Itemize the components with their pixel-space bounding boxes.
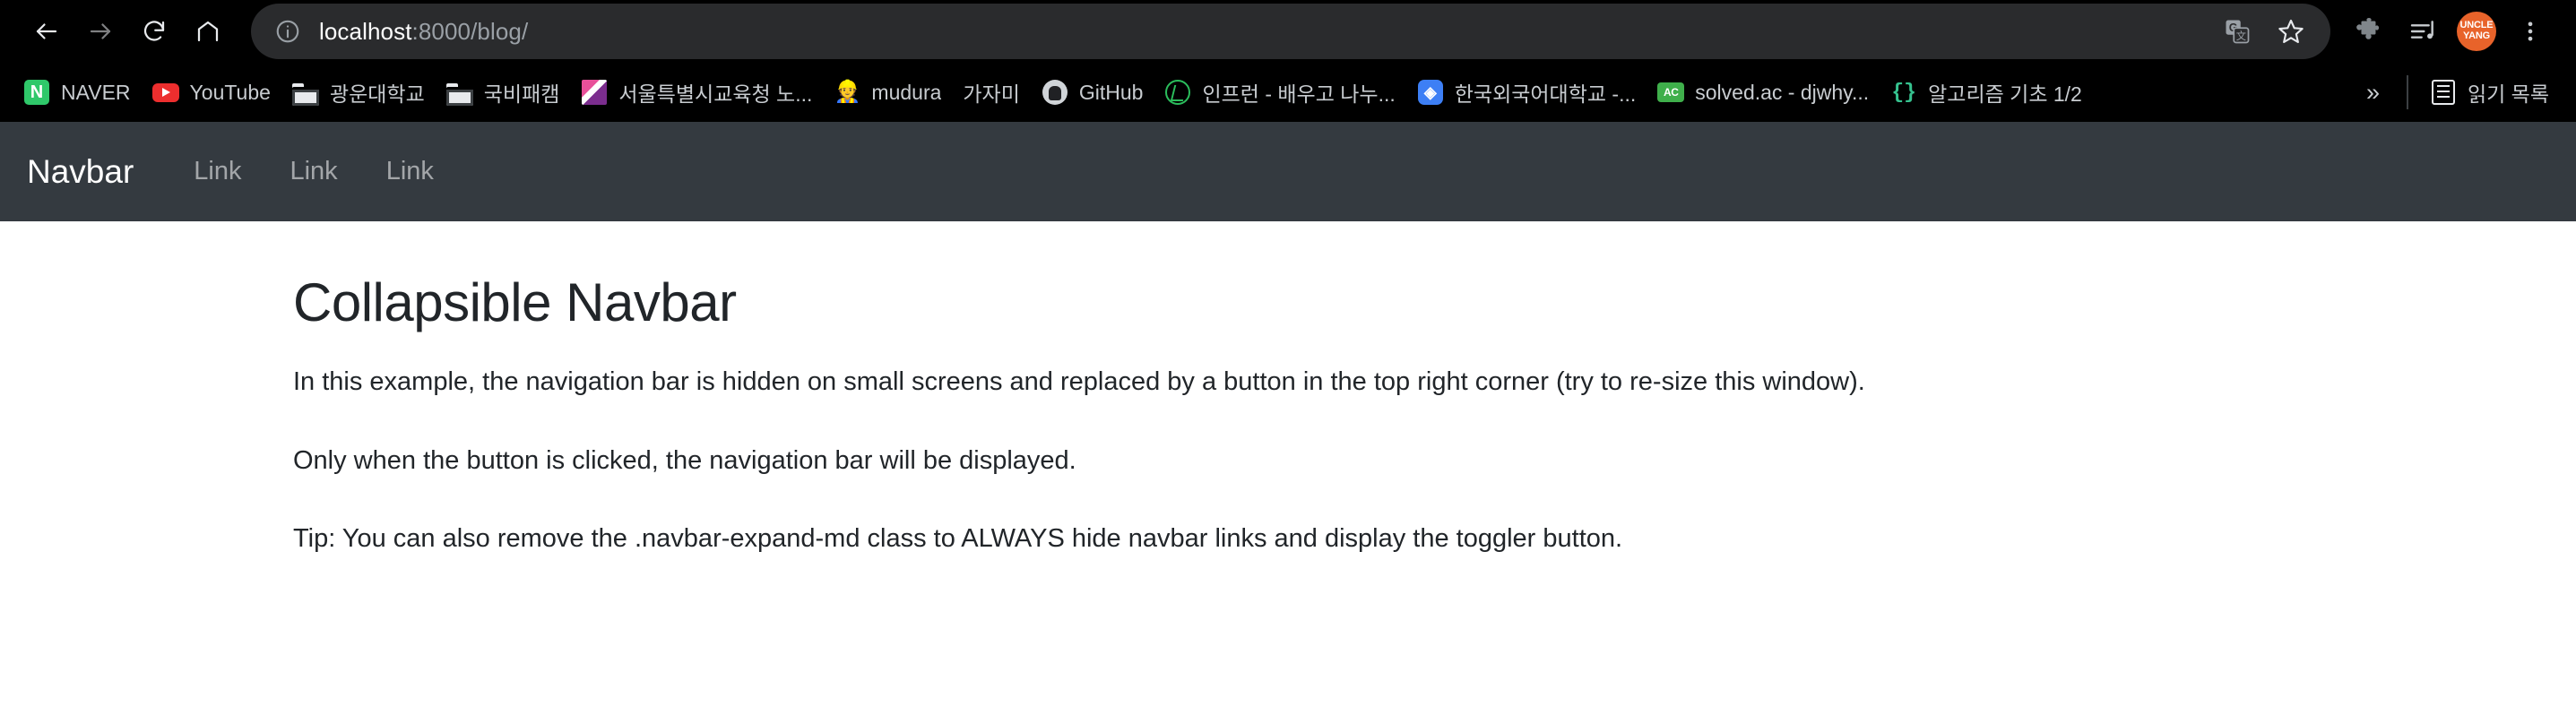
media-note-icon [2410, 21, 2433, 39]
bookmark-label: 한국외국어대학교 -... [1454, 82, 1637, 106]
paragraph-1: In this example, the navigation bar is h… [293, 367, 1865, 396]
toolbar-divider [2406, 75, 2408, 109]
paragraph-2: Only when the button is clicked, the nav… [293, 445, 1076, 475]
url-path: :8000/blog/ [411, 17, 529, 45]
inflearn-favicon [1164, 79, 1191, 106]
bookmark-mudura[interactable]: 👷 mudura [823, 71, 952, 114]
nav-link-2[interactable]: Link [265, 157, 361, 186]
kebab-menu-icon [2528, 22, 2533, 41]
page-content: Navbar Link Link Link Collapsible Navbar… [0, 122, 2576, 559]
navbar-brand[interactable]: Navbar [27, 153, 134, 191]
bookmark-label: 광운대학교 [329, 82, 425, 106]
reload-icon [143, 21, 165, 41]
toolbar-right-actions: UNCLE YANG [2330, 5, 2556, 57]
media-controls-button[interactable] [2397, 5, 2449, 57]
bookmark-label: GitHub [1078, 80, 1144, 104]
bookmarks-overflow-button[interactable]: » [2350, 79, 2396, 107]
profile-avatar[interactable]: UNCLE YANG [2457, 12, 2496, 51]
extensions-button[interactable] [2343, 5, 2395, 57]
bookmark-label: 인프런 - 배우고 나누... [1202, 82, 1396, 106]
site-navbar: Navbar Link Link Link [0, 122, 2576, 221]
bookmark-label: 알고리즘 기초 1/2 [1928, 82, 2082, 106]
naver-favicon: N [23, 79, 50, 106]
browser-toolbar: localhost:8000/blog/ G 文 UNCLE YANG [0, 0, 2576, 63]
svg-text:文: 文 [2236, 30, 2246, 42]
omnibox-actions: G 文 [2212, 6, 2316, 56]
bookmark-label: YouTube [189, 80, 271, 104]
chrome-menu-button[interactable] [2504, 5, 2556, 57]
address-bar[interactable]: localhost:8000/blog/ G 文 [251, 4, 2330, 59]
youtube-favicon [151, 79, 179, 106]
reading-list-icon [2430, 79, 2457, 106]
bookmark-star-icon[interactable] [2266, 6, 2316, 56]
page-title: Collapsible Navbar [293, 272, 737, 332]
home-icon [197, 21, 219, 42]
avatar-line-2: YANG [2463, 30, 2490, 41]
bookmark-inflearn[interactable]: 인프런 - 배우고 나누... [1154, 71, 1405, 114]
solvedac-favicon: AC [1657, 79, 1685, 106]
bookmark-folder-kwangwoon[interactable]: 광운대학교 [281, 71, 436, 114]
browser-chrome: localhost:8000/blog/ G 文 UNCLE YANG N NA… [0, 0, 2576, 122]
bookmark-label: 서울특별시교육청 노... [618, 82, 813, 106]
folder-icon [291, 79, 319, 106]
bookmark-solvedac[interactable]: AC solved.ac - djwhy... [1647, 71, 1880, 114]
paragraph-3: Tip: You can also remove the .navbar-exp… [293, 524, 1623, 553]
reading-list-label: 읽기 목록 [2467, 82, 2549, 106]
bookmark-gajami[interactable]: 가자미 [952, 71, 1030, 114]
bookmarks-bar: N NAVER YouTube 광운대학교 국비패캠 서울특별시교육청 노...… [0, 63, 2576, 122]
arrow-left-icon [36, 23, 57, 39]
bookmark-label: NAVER [61, 80, 131, 104]
arrow-right-icon [90, 23, 111, 39]
nav-link-3[interactable]: Link [362, 157, 458, 186]
forward-button[interactable] [73, 4, 127, 58]
bookmark-algorithm-basics[interactable]: {} 알고리즘 기초 1/2 [1880, 71, 2093, 114]
bookmark-label: mudura [871, 80, 942, 104]
url-text[interactable]: localhost:8000/blog/ [319, 18, 2212, 46]
bookmark-youtube[interactable]: YouTube [142, 71, 281, 114]
translate-icon[interactable]: G 文 [2212, 6, 2262, 56]
folder-icon [445, 79, 473, 106]
nav-link-1[interactable]: Link [169, 157, 265, 186]
bookmark-label: 국비패캠 [483, 82, 560, 106]
bookmark-seoul-education[interactable]: 서울특별시교육청 노... [570, 71, 823, 114]
bookmark-github[interactable]: GitHub [1031, 71, 1154, 114]
home-button[interactable] [181, 4, 235, 58]
back-button[interactable] [20, 4, 73, 58]
bookmark-label: solved.ac - djwhy... [1695, 80, 1870, 104]
url-host: localhost [319, 17, 412, 45]
navbar-links: Link Link Link [169, 157, 458, 186]
bookmark-folder-gukbipaecam[interactable]: 국비패캠 [436, 71, 571, 114]
bookmark-hufs[interactable]: ◈ 한국외국어대학교 -... [1406, 71, 1647, 114]
hufs-favicon: ◈ [1417, 79, 1444, 106]
puzzle-piece-icon [2356, 17, 2380, 39]
seoul-education-favicon [581, 79, 608, 106]
bookmark-naver[interactable]: N NAVER [13, 71, 142, 114]
reading-list-button[interactable]: 읽기 목록 [2419, 71, 2560, 114]
content-container: Collapsible Navbar In this example, the … [0, 221, 2576, 559]
reload-button[interactable] [127, 4, 181, 58]
braces-favicon: {} [1891, 81, 1916, 104]
github-favicon [1042, 79, 1068, 106]
bookmark-label: 가자미 [963, 82, 1020, 106]
construction-worker-emoji-icon: 👷 [834, 80, 861, 104]
site-info-icon[interactable] [271, 14, 305, 48]
